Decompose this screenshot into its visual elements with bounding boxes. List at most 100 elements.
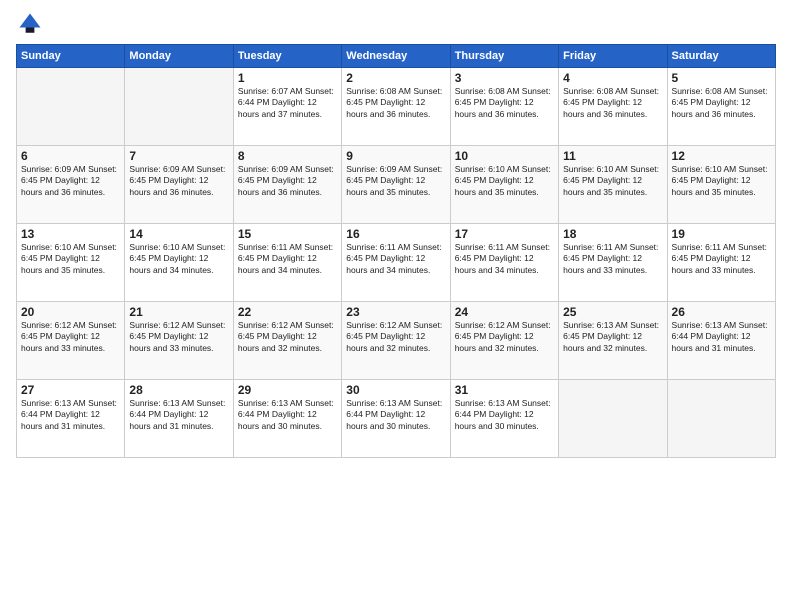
calendar-week-3: 13Sunrise: 6:10 AM Sunset: 6:45 PM Dayli… bbox=[17, 224, 776, 302]
calendar-cell: 28Sunrise: 6:13 AM Sunset: 6:44 PM Dayli… bbox=[125, 380, 233, 458]
day-number: 21 bbox=[129, 305, 228, 319]
calendar-cell: 15Sunrise: 6:11 AM Sunset: 6:45 PM Dayli… bbox=[233, 224, 341, 302]
day-info: Sunrise: 6:11 AM Sunset: 6:45 PM Dayligh… bbox=[238, 242, 337, 276]
day-info: Sunrise: 6:07 AM Sunset: 6:44 PM Dayligh… bbox=[238, 86, 337, 120]
calendar-header-thursday: Thursday bbox=[450, 45, 558, 68]
day-info: Sunrise: 6:12 AM Sunset: 6:45 PM Dayligh… bbox=[21, 320, 120, 354]
calendar-cell bbox=[667, 380, 775, 458]
day-info: Sunrise: 6:13 AM Sunset: 6:44 PM Dayligh… bbox=[129, 398, 228, 432]
day-number: 20 bbox=[21, 305, 120, 319]
day-number: 11 bbox=[563, 149, 662, 163]
calendar-cell: 1Sunrise: 6:07 AM Sunset: 6:44 PM Daylig… bbox=[233, 68, 341, 146]
day-info: Sunrise: 6:08 AM Sunset: 6:45 PM Dayligh… bbox=[563, 86, 662, 120]
day-info: Sunrise: 6:13 AM Sunset: 6:44 PM Dayligh… bbox=[455, 398, 554, 432]
day-info: Sunrise: 6:08 AM Sunset: 6:45 PM Dayligh… bbox=[672, 86, 771, 120]
calendar-cell: 13Sunrise: 6:10 AM Sunset: 6:45 PM Dayli… bbox=[17, 224, 125, 302]
day-number: 22 bbox=[238, 305, 337, 319]
calendar-header-wednesday: Wednesday bbox=[342, 45, 450, 68]
day-info: Sunrise: 6:10 AM Sunset: 6:45 PM Dayligh… bbox=[129, 242, 228, 276]
day-number: 29 bbox=[238, 383, 337, 397]
calendar-cell: 6Sunrise: 6:09 AM Sunset: 6:45 PM Daylig… bbox=[17, 146, 125, 224]
day-info: Sunrise: 6:09 AM Sunset: 6:45 PM Dayligh… bbox=[21, 164, 120, 198]
day-number: 2 bbox=[346, 71, 445, 85]
calendar-cell: 10Sunrise: 6:10 AM Sunset: 6:45 PM Dayli… bbox=[450, 146, 558, 224]
day-number: 24 bbox=[455, 305, 554, 319]
day-info: Sunrise: 6:09 AM Sunset: 6:45 PM Dayligh… bbox=[129, 164, 228, 198]
calendar-cell: 4Sunrise: 6:08 AM Sunset: 6:45 PM Daylig… bbox=[559, 68, 667, 146]
day-number: 10 bbox=[455, 149, 554, 163]
day-number: 17 bbox=[455, 227, 554, 241]
day-info: Sunrise: 6:11 AM Sunset: 6:45 PM Dayligh… bbox=[346, 242, 445, 276]
day-info: Sunrise: 6:10 AM Sunset: 6:45 PM Dayligh… bbox=[455, 164, 554, 198]
day-info: Sunrise: 6:12 AM Sunset: 6:45 PM Dayligh… bbox=[346, 320, 445, 354]
day-number: 12 bbox=[672, 149, 771, 163]
day-info: Sunrise: 6:11 AM Sunset: 6:45 PM Dayligh… bbox=[455, 242, 554, 276]
calendar: SundayMondayTuesdayWednesdayThursdayFrid… bbox=[16, 44, 776, 458]
day-info: Sunrise: 6:11 AM Sunset: 6:45 PM Dayligh… bbox=[563, 242, 662, 276]
calendar-cell: 12Sunrise: 6:10 AM Sunset: 6:45 PM Dayli… bbox=[667, 146, 775, 224]
calendar-header-tuesday: Tuesday bbox=[233, 45, 341, 68]
calendar-cell: 26Sunrise: 6:13 AM Sunset: 6:44 PM Dayli… bbox=[667, 302, 775, 380]
day-number: 31 bbox=[455, 383, 554, 397]
calendar-week-4: 20Sunrise: 6:12 AM Sunset: 6:45 PM Dayli… bbox=[17, 302, 776, 380]
day-info: Sunrise: 6:10 AM Sunset: 6:45 PM Dayligh… bbox=[563, 164, 662, 198]
day-info: Sunrise: 6:13 AM Sunset: 6:44 PM Dayligh… bbox=[346, 398, 445, 432]
day-info: Sunrise: 6:08 AM Sunset: 6:45 PM Dayligh… bbox=[455, 86, 554, 120]
day-number: 14 bbox=[129, 227, 228, 241]
day-number: 19 bbox=[672, 227, 771, 241]
calendar-cell: 31Sunrise: 6:13 AM Sunset: 6:44 PM Dayli… bbox=[450, 380, 558, 458]
day-info: Sunrise: 6:12 AM Sunset: 6:45 PM Dayligh… bbox=[238, 320, 337, 354]
calendar-header-saturday: Saturday bbox=[667, 45, 775, 68]
day-info: Sunrise: 6:08 AM Sunset: 6:45 PM Dayligh… bbox=[346, 86, 445, 120]
day-info: Sunrise: 6:12 AM Sunset: 6:45 PM Dayligh… bbox=[129, 320, 228, 354]
logo bbox=[16, 10, 46, 38]
calendar-cell: 29Sunrise: 6:13 AM Sunset: 6:44 PM Dayli… bbox=[233, 380, 341, 458]
header bbox=[16, 10, 776, 38]
day-info: Sunrise: 6:09 AM Sunset: 6:45 PM Dayligh… bbox=[238, 164, 337, 198]
calendar-cell: 7Sunrise: 6:09 AM Sunset: 6:45 PM Daylig… bbox=[125, 146, 233, 224]
calendar-cell: 21Sunrise: 6:12 AM Sunset: 6:45 PM Dayli… bbox=[125, 302, 233, 380]
day-number: 25 bbox=[563, 305, 662, 319]
day-info: Sunrise: 6:13 AM Sunset: 6:45 PM Dayligh… bbox=[563, 320, 662, 354]
calendar-cell bbox=[559, 380, 667, 458]
calendar-cell: 2Sunrise: 6:08 AM Sunset: 6:45 PM Daylig… bbox=[342, 68, 450, 146]
day-number: 15 bbox=[238, 227, 337, 241]
calendar-cell: 18Sunrise: 6:11 AM Sunset: 6:45 PM Dayli… bbox=[559, 224, 667, 302]
day-number: 1 bbox=[238, 71, 337, 85]
calendar-cell: 22Sunrise: 6:12 AM Sunset: 6:45 PM Dayli… bbox=[233, 302, 341, 380]
day-info: Sunrise: 6:13 AM Sunset: 6:44 PM Dayligh… bbox=[672, 320, 771, 354]
calendar-cell: 5Sunrise: 6:08 AM Sunset: 6:45 PM Daylig… bbox=[667, 68, 775, 146]
calendar-cell: 20Sunrise: 6:12 AM Sunset: 6:45 PM Dayli… bbox=[17, 302, 125, 380]
day-info: Sunrise: 6:10 AM Sunset: 6:45 PM Dayligh… bbox=[21, 242, 120, 276]
calendar-cell: 11Sunrise: 6:10 AM Sunset: 6:45 PM Dayli… bbox=[559, 146, 667, 224]
day-number: 16 bbox=[346, 227, 445, 241]
day-info: Sunrise: 6:13 AM Sunset: 6:44 PM Dayligh… bbox=[21, 398, 120, 432]
day-number: 5 bbox=[672, 71, 771, 85]
calendar-week-5: 27Sunrise: 6:13 AM Sunset: 6:44 PM Dayli… bbox=[17, 380, 776, 458]
calendar-cell: 30Sunrise: 6:13 AM Sunset: 6:44 PM Dayli… bbox=[342, 380, 450, 458]
day-number: 26 bbox=[672, 305, 771, 319]
day-info: Sunrise: 6:11 AM Sunset: 6:45 PM Dayligh… bbox=[672, 242, 771, 276]
calendar-header-monday: Monday bbox=[125, 45, 233, 68]
day-info: Sunrise: 6:10 AM Sunset: 6:45 PM Dayligh… bbox=[672, 164, 771, 198]
day-number: 3 bbox=[455, 71, 554, 85]
calendar-cell: 24Sunrise: 6:12 AM Sunset: 6:45 PM Dayli… bbox=[450, 302, 558, 380]
day-number: 30 bbox=[346, 383, 445, 397]
calendar-cell: 25Sunrise: 6:13 AM Sunset: 6:45 PM Dayli… bbox=[559, 302, 667, 380]
calendar-header-row: SundayMondayTuesdayWednesdayThursdayFrid… bbox=[17, 45, 776, 68]
calendar-cell: 19Sunrise: 6:11 AM Sunset: 6:45 PM Dayli… bbox=[667, 224, 775, 302]
calendar-cell: 23Sunrise: 6:12 AM Sunset: 6:45 PM Dayli… bbox=[342, 302, 450, 380]
calendar-week-2: 6Sunrise: 6:09 AM Sunset: 6:45 PM Daylig… bbox=[17, 146, 776, 224]
day-number: 13 bbox=[21, 227, 120, 241]
logo-icon bbox=[16, 10, 44, 38]
day-number: 4 bbox=[563, 71, 662, 85]
calendar-header-sunday: Sunday bbox=[17, 45, 125, 68]
calendar-cell bbox=[17, 68, 125, 146]
day-number: 28 bbox=[129, 383, 228, 397]
calendar-cell: 8Sunrise: 6:09 AM Sunset: 6:45 PM Daylig… bbox=[233, 146, 341, 224]
day-number: 23 bbox=[346, 305, 445, 319]
calendar-week-1: 1Sunrise: 6:07 AM Sunset: 6:44 PM Daylig… bbox=[17, 68, 776, 146]
calendar-cell bbox=[125, 68, 233, 146]
day-info: Sunrise: 6:12 AM Sunset: 6:45 PM Dayligh… bbox=[455, 320, 554, 354]
calendar-cell: 16Sunrise: 6:11 AM Sunset: 6:45 PM Dayli… bbox=[342, 224, 450, 302]
